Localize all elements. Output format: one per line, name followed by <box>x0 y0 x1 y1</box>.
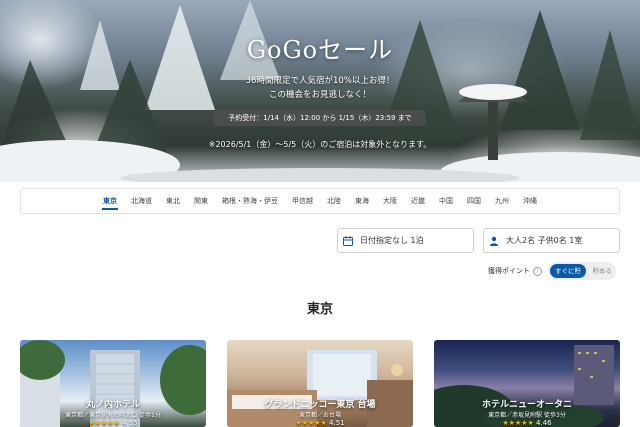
region-tab-tohoku[interactable]: 東北 <box>159 188 187 214</box>
region-tab-kyushu[interactable]: 九州 <box>488 188 516 214</box>
hotel-location: 東京都／赤坂見附駅 徒歩3分 <box>488 412 566 419</box>
star-rating-icon: ★★★★★ <box>88 419 120 427</box>
hotel-rating-value: 4.46 <box>536 419 552 427</box>
hero-subtitle-2: この機会をお見逃しなく！ <box>268 90 371 100</box>
points-toggle[interactable]: すぐに貯 貯める <box>548 262 616 280</box>
star-rating-icon: ★★★★★ <box>295 419 327 427</box>
exclusion-note: ※2026/5/1（金）～5/5（火）のご宿泊は対象外となります。 <box>208 140 432 149</box>
person-icon <box>484 228 504 253</box>
points-label: 獲得ポイント <box>488 267 530 275</box>
region-tab-hokkaido[interactable]: 北海道 <box>124 188 159 214</box>
hero-content: GoGoセール 36時間限定で人気宿が10%以上お得！ この機会をお見逃しなく！… <box>0 0 640 182</box>
hotel-rating-value: 4.51 <box>329 419 345 427</box>
hotel-rating: ★★★★★ 4.46 <box>434 419 620 427</box>
region-tab-hakone-atami-izu[interactable]: 箱根・熱海・伊豆 <box>215 188 285 214</box>
region-tab-chugoku[interactable]: 中国 <box>432 188 460 214</box>
hotel-card[interactable]: 丸ノ内ホテル 東京都／東京駅丸の内北口 徒歩1分 ★★★★★ 4.55 <box>20 340 206 427</box>
date-selector-label: 日付指定なし 1泊 <box>360 236 424 245</box>
hero-banner: GoGoセール 36時間限定で人気宿が10%以上お得！ この機会をお見逃しなく！… <box>0 0 640 182</box>
region-tab-kanto[interactable]: 関東 <box>187 188 215 214</box>
hotel-card[interactable]: ホテルニューオータニ 東京都／赤坂見附駅 徒歩3分 ★★★★★ 4.46 <box>434 340 620 427</box>
hotel-rating-value: 4.55 <box>122 419 138 427</box>
star-rating-icon: ★★★★★ <box>502 419 534 427</box>
hotel-card[interactable]: グランドニッコー東京 台場 東京都／お台場 ★★★★★ 4.51 <box>227 340 413 427</box>
region-tab-tokyo[interactable]: 東京 <box>96 188 124 214</box>
region-tab-hokuriku[interactable]: 北陸 <box>320 188 348 214</box>
region-tab-bar: 東京 北海道 東北 関東 箱根・熱海・伊豆 甲信越 北陸 東海 大阪 近畿 中国… <box>20 188 620 214</box>
region-tab-okinawa[interactable]: 沖縄 <box>516 188 544 214</box>
region-tab-osaka[interactable]: 大阪 <box>376 188 404 214</box>
points-toggle-instant[interactable]: すぐに貯 <box>550 264 586 278</box>
hero-subtitle: 36時間限定で人気宿が10%以上お得！ <box>245 76 395 86</box>
hotel-name: グランドニッコー東京 台場 <box>264 400 376 410</box>
hotel-location: 東京都／東京駅丸の内北口 徒歩1分 <box>65 412 161 419</box>
hotel-rating: ★★★★★ 4.51 <box>227 419 413 427</box>
guest-selector-label: 大人2名 子供0名 1室 <box>506 236 583 245</box>
region-tab-shikoku[interactable]: 四国 <box>460 188 488 214</box>
date-selector[interactable]: 日付指定なし 1泊 <box>337 228 474 253</box>
region-tab-koshinetsu[interactable]: 甲信越 <box>285 188 320 214</box>
hotel-location: 東京都／お台場 <box>298 412 341 419</box>
hotel-name: 丸ノ内ホテル <box>85 400 140 410</box>
calendar-icon <box>338 228 358 253</box>
section-title: 東京 <box>306 302 333 317</box>
region-tab-kinki[interactable]: 近畿 <box>404 188 432 214</box>
booking-period-badge: 予約受付：1/14（水）12:00 から 1/15（木）23:59 まで <box>214 110 426 126</box>
hero-title: GoGoセール <box>246 36 394 64</box>
guest-selector[interactable]: 大人2名 子供0名 1室 <box>483 228 620 253</box>
hotel-name: ホテルニューオータニ <box>481 400 572 410</box>
points-setting: 獲得ポイント i すぐに貯 貯める <box>488 262 616 280</box>
region-tab-tokai[interactable]: 東海 <box>348 188 376 214</box>
hotel-rating: ★★★★★ 4.55 <box>20 419 206 427</box>
info-icon[interactable]: i <box>533 266 542 276</box>
points-toggle-save[interactable]: 貯める <box>593 264 613 278</box>
